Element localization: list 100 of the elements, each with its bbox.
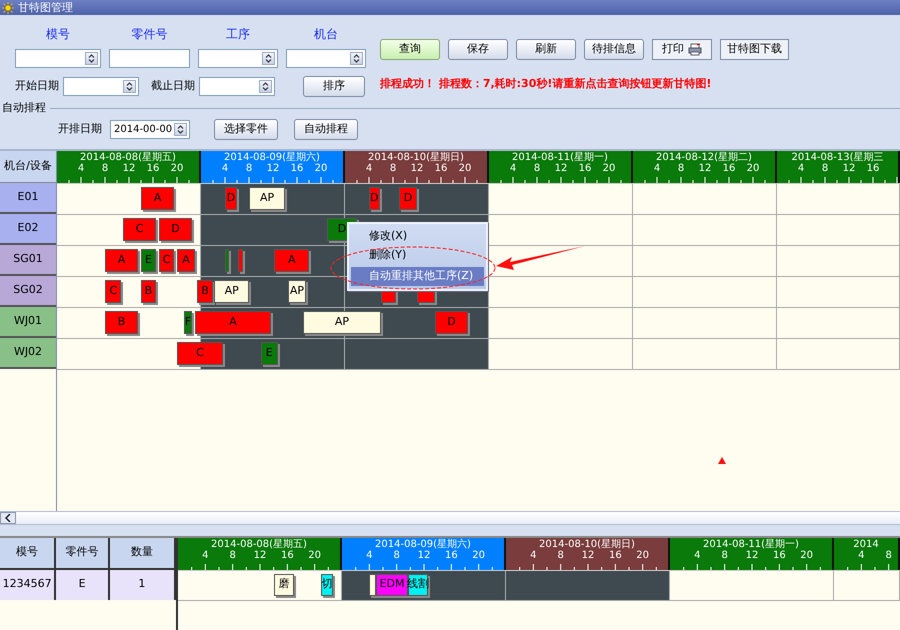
hour-label: 16: [434, 162, 448, 174]
task-bar[interactable]: D: [159, 218, 192, 240]
select-field[interactable]: [286, 49, 366, 68]
task-bar[interactable]: D: [225, 186, 237, 210]
task-bar[interactable]: B: [104, 310, 138, 334]
sort-button[interactable]: 排序: [303, 76, 365, 97]
column-header: 模号: [0, 538, 56, 570]
machine-label[interactable]: WJ01: [0, 306, 56, 338]
spin-icon[interactable]: [123, 80, 136, 93]
task-bar[interactable]: AP: [249, 186, 286, 210]
field-label: 开排日期: [58, 121, 102, 138]
task-bar[interactable]: D: [399, 186, 417, 210]
hour-label: 12: [266, 162, 280, 174]
hour-label: 12: [746, 550, 758, 560]
spin-icon[interactable]: [85, 52, 98, 65]
hour-label: 16: [280, 550, 294, 560]
task-bar[interactable]: 磨: [274, 574, 294, 596]
status-message: 排程成功！ 排程数：7,耗时:30秒!请重新点击查询按钮更新甘特图!: [380, 76, 712, 92]
window-title: 甘特图管理: [18, 0, 73, 15]
task-bar[interactable]: AP: [288, 280, 306, 302]
triangle-mark: [718, 457, 726, 464]
menu-item[interactable]: 自动重排其他工序(Z): [351, 267, 484, 286]
spin-icon[interactable]: [174, 123, 187, 136]
date-label: 2014-08-09(星期六): [223, 152, 321, 164]
task-bar[interactable]: AP: [214, 280, 250, 302]
date-label: 2014-08-08(星期五): [79, 152, 177, 164]
task-bar[interactable]: C: [176, 342, 223, 364]
hour-label: 4: [654, 162, 660, 174]
hour-label: 4: [78, 162, 84, 174]
task-bar[interactable]: A: [140, 186, 174, 210]
toolbar-button[interactable]: 查询: [380, 39, 440, 60]
sun-icon: [2, 2, 14, 14]
task-bar[interactable]: [369, 574, 376, 596]
date-label: 2014-08-09(星期六): [374, 538, 472, 550]
machine-label[interactable]: SG01: [0, 244, 56, 276]
machine-label[interactable]: E02: [0, 214, 56, 244]
toolbar-button[interactable]: 待排信息: [584, 39, 644, 60]
toolbar-button[interactable]: 打印: [652, 39, 712, 60]
hour-label: 16: [722, 162, 736, 174]
task-bar[interactable]: A: [274, 248, 309, 272]
hour-label: 12: [842, 162, 856, 174]
machine-label[interactable]: E01: [0, 182, 56, 214]
menu-item[interactable]: 删除(Y): [351, 246, 484, 264]
hour-label: 16: [444, 550, 458, 560]
spin-icon[interactable]: [350, 52, 363, 65]
hour-label: 8: [885, 550, 892, 560]
hour-label: 4: [858, 550, 865, 560]
select-field[interactable]: [63, 77, 139, 96]
task-bar[interactable]: F: [184, 310, 192, 334]
toolbar-button[interactable]: 保存: [448, 39, 508, 60]
hour-label: 12: [582, 550, 594, 560]
date-label: 2014-08-10(星期日): [538, 538, 636, 550]
hour-label: 8: [102, 162, 108, 174]
spin-icon[interactable]: [259, 80, 272, 93]
task-bar[interactable]: B: [197, 280, 214, 302]
machine-label[interactable]: SG02: [0, 276, 56, 306]
task-bar[interactable]: A: [194, 310, 272, 334]
hour-label: 12: [254, 550, 266, 560]
date-label: 2014: [852, 538, 880, 550]
table-cell: E: [56, 570, 110, 600]
hour-label: 12: [410, 162, 424, 174]
scrollbar[interactable]: [0, 510, 900, 524]
hour-label: 8: [678, 162, 684, 174]
select-field[interactable]: [198, 49, 278, 68]
hour-label: 12: [122, 162, 136, 174]
date-label: 2014-08-10(星期日): [367, 152, 465, 164]
select-field[interactable]: [15, 49, 101, 68]
toolbar-button[interactable]: 刷新: [516, 39, 576, 60]
hour-label: 20: [636, 550, 650, 560]
hour-label: 4: [694, 550, 701, 560]
hour-label: 20: [458, 162, 472, 174]
task-bar[interactable]: A: [104, 248, 138, 272]
select-field[interactable]: 2014-00-00: [110, 120, 190, 139]
hour-label: 8: [390, 162, 396, 174]
hour-label: 16: [146, 162, 160, 174]
hour-label: 16: [608, 550, 622, 560]
machine-label[interactable]: WJ02: [0, 338, 56, 368]
task-bar[interactable]: E: [261, 342, 278, 364]
task-bar[interactable]: AP: [302, 310, 381, 334]
action-button[interactable]: 自动排程: [294, 119, 358, 140]
hour-label: 12: [554, 162, 568, 174]
task-bar[interactable]: C: [159, 248, 174, 272]
task-bar[interactable]: C: [123, 218, 156, 240]
task-bar[interactable]: D: [435, 310, 468, 334]
hour-label: 20: [314, 162, 328, 174]
action-button[interactable]: 选择零件: [214, 119, 278, 140]
date-label: 2014-08-11(星期一): [511, 152, 609, 164]
field-label: 开始日期: [15, 78, 59, 94]
hour-label: 8: [557, 550, 564, 560]
field-label: 零件号: [130, 26, 168, 43]
hour-label: 8: [721, 550, 728, 560]
select-field[interactable]: [199, 77, 275, 96]
task-bar[interactable]: C: [104, 280, 122, 302]
task-bar[interactable]: A: [176, 248, 195, 272]
date-label: 2014-08-11(星期一): [702, 538, 800, 550]
toolbar-button[interactable]: 甘特图下载: [720, 39, 789, 60]
hour-label: 20: [746, 162, 760, 174]
text-field[interactable]: [109, 49, 190, 68]
spin-icon[interactable]: [262, 52, 275, 65]
task-bar[interactable]: EDM: [376, 574, 408, 596]
